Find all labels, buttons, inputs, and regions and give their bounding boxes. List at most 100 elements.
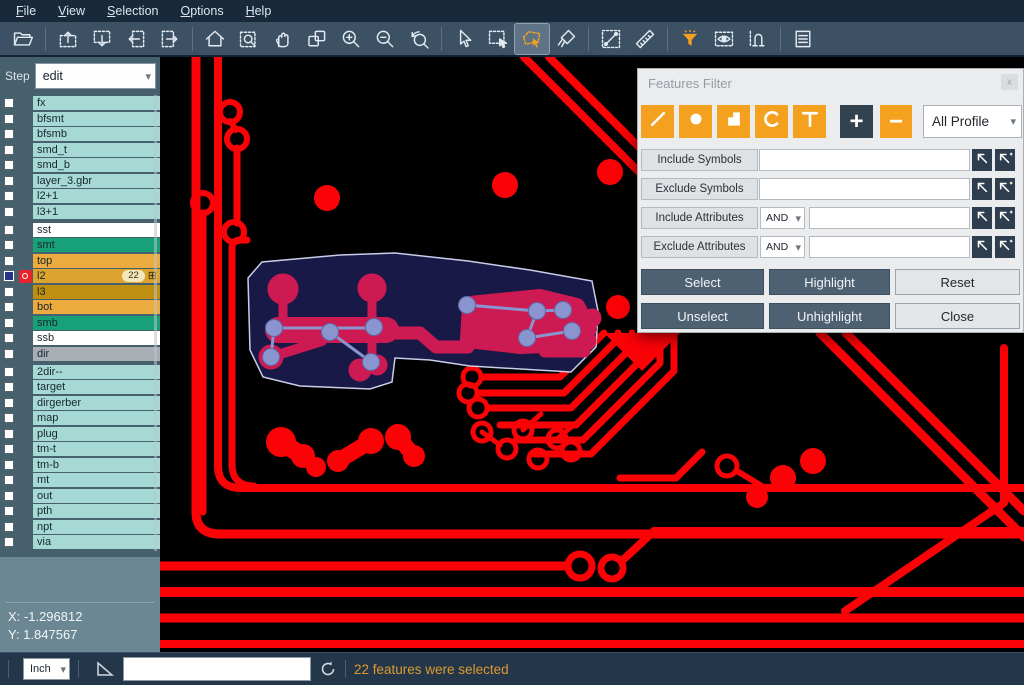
pick-add-button[interactable] [995, 236, 1015, 258]
pick-from-screen-button[interactable] [972, 207, 992, 229]
include-symbols-input[interactable] [759, 149, 970, 171]
active-layer-indicator-cell[interactable] [17, 112, 33, 126]
layer-name-l3[interactable]: l3 [33, 285, 160, 299]
active-layer-indicator-cell[interactable] [17, 127, 33, 141]
pad-feature-button[interactable] [679, 105, 712, 138]
layer-visibility-checkbox[interactable] [0, 174, 17, 188]
active-layer-indicator-cell[interactable] [17, 285, 33, 299]
layer-name-out[interactable]: out [33, 489, 160, 503]
reset-button[interactable]: Reset [895, 269, 1020, 295]
checkbox-unchecked[interactable] [4, 367, 14, 377]
layer-list-scrollbar[interactable] [154, 95, 157, 551]
pan-right-button[interactable] [153, 24, 187, 54]
checkbox-checked[interactable] [4, 271, 14, 281]
measure-ruler-button[interactable] [628, 24, 662, 54]
layer-name-layer_3.gbr[interactable]: layer_3.gbr [33, 174, 160, 188]
menu-selection[interactable]: Selection [97, 2, 168, 20]
unhighlight-button[interactable]: Unhighlight [769, 303, 890, 329]
pan-left-button[interactable] [119, 24, 153, 54]
layer-name-ssb[interactable]: ssb [33, 331, 160, 345]
menu-help[interactable]: Help [236, 2, 282, 20]
pan-hand-button[interactable] [266, 24, 300, 54]
layer-visibility-checkbox[interactable] [0, 380, 17, 394]
features-filter-button[interactable] [673, 24, 707, 54]
layer-visibility-checkbox[interactable] [0, 127, 17, 141]
layer-name-l3+1[interactable]: l3+1 [33, 205, 160, 219]
checkbox-unchecked[interactable] [4, 145, 14, 155]
layer-visibility-checkbox[interactable] [0, 427, 17, 441]
checkbox-unchecked[interactable] [4, 176, 14, 186]
angle-measure-icon[interactable] [95, 660, 115, 678]
exclude-symbols-button[interactable]: Exclude Symbols [641, 178, 758, 200]
active-layer-indicator-cell[interactable] [17, 300, 33, 314]
layer-visibility-checkbox[interactable] [0, 331, 17, 345]
layer-name-smd_b[interactable]: smd_b [33, 158, 160, 172]
layer-name-target[interactable]: target [33, 380, 160, 394]
layer-visibility-checkbox[interactable] [0, 269, 17, 283]
checkbox-unchecked[interactable] [4, 349, 14, 359]
active-layer-indicator-cell[interactable] [17, 520, 33, 534]
layer-visibility-checkbox[interactable] [0, 520, 17, 534]
checkbox-unchecked[interactable] [4, 160, 14, 170]
pick-from-screen-button[interactable] [972, 178, 992, 200]
active-layer-indicator-cell[interactable] [17, 238, 33, 252]
layer-visibility-checkbox[interactable] [0, 489, 17, 503]
pick-from-screen-button[interactable] [972, 236, 992, 258]
units-dropdown[interactable]: Inch ▾ [23, 658, 70, 680]
layer-name-fx[interactable]: fx [33, 96, 160, 110]
open-folder-button[interactable] [6, 24, 40, 54]
layer-name-pth[interactable]: pth [33, 504, 160, 518]
pick-from-screen-button[interactable] [972, 149, 992, 171]
layer-name-top[interactable]: top [33, 254, 160, 268]
zoom-in-button[interactable] [334, 24, 368, 54]
layer-name-l2[interactable]: l222⊞ [33, 269, 160, 283]
layer-visibility-checkbox[interactable] [0, 189, 17, 203]
active-layer-indicator-cell[interactable] [17, 535, 33, 549]
layer-name-tm-t[interactable]: tm-t [33, 442, 160, 456]
checkbox-unchecked[interactable] [4, 302, 14, 312]
pick-add-button[interactable] [995, 178, 1015, 200]
layer-name-via[interactable]: via [33, 535, 160, 549]
command-input[interactable] [123, 657, 311, 681]
active-layer-indicator-cell[interactable] [17, 316, 33, 330]
active-layer-indicator-cell[interactable] [17, 473, 33, 487]
checkbox-unchecked[interactable] [4, 207, 14, 217]
checkbox-unchecked[interactable] [4, 522, 14, 532]
checkbox-unchecked[interactable] [4, 287, 14, 297]
active-layer-indicator-cell[interactable] [17, 223, 33, 237]
layer-visibility-checkbox[interactable] [0, 112, 17, 126]
exclude-attributes-input[interactable] [809, 236, 970, 258]
active-layer-indicator-cell[interactable] [17, 427, 33, 441]
pick-add-button[interactable] [995, 149, 1015, 171]
layer-visibility-checkbox[interactable] [0, 473, 17, 487]
select-rectangle-button[interactable] [481, 24, 515, 54]
exclude-symbols-input[interactable] [759, 178, 970, 200]
active-layer-indicator-cell[interactable] [17, 489, 33, 503]
layer-visibility-checkbox[interactable] [0, 504, 17, 518]
layer-name-sst[interactable]: sst [33, 223, 160, 237]
layer-visibility-checkbox[interactable] [0, 458, 17, 472]
active-layer-indicator-cell[interactable] [17, 458, 33, 472]
checkbox-unchecked[interactable] [4, 333, 14, 343]
checkbox-unchecked[interactable] [4, 191, 14, 201]
layer-name-tm-b[interactable]: tm-b [33, 458, 160, 472]
layer-visibility-checkbox[interactable] [0, 365, 17, 379]
layer-name-dirgerber[interactable]: dirgerber [33, 396, 160, 410]
checkbox-unchecked[interactable] [4, 240, 14, 250]
include-attributes-input[interactable] [809, 207, 970, 229]
checkbox-unchecked[interactable] [4, 382, 14, 392]
checkbox-unchecked[interactable] [4, 256, 14, 266]
checkbox-unchecked[interactable] [4, 318, 14, 328]
brush-button[interactable] [549, 24, 583, 54]
active-layer-indicator-cell[interactable] [17, 442, 33, 456]
zoom-object-button[interactable] [300, 24, 334, 54]
layer-visibility-checkbox[interactable] [0, 238, 17, 252]
line-feature-button[interactable] [641, 105, 674, 138]
notes-form-button[interactable] [786, 24, 820, 54]
select-polygon-button[interactable] [515, 24, 549, 54]
layer-name-bot[interactable]: bot [33, 300, 160, 314]
checkbox-unchecked[interactable] [4, 506, 14, 516]
layer-visibility-checkbox[interactable] [0, 223, 17, 237]
active-layer-indicator-cell[interactable] [17, 347, 33, 361]
layer-name-smt[interactable]: smt [33, 238, 160, 252]
